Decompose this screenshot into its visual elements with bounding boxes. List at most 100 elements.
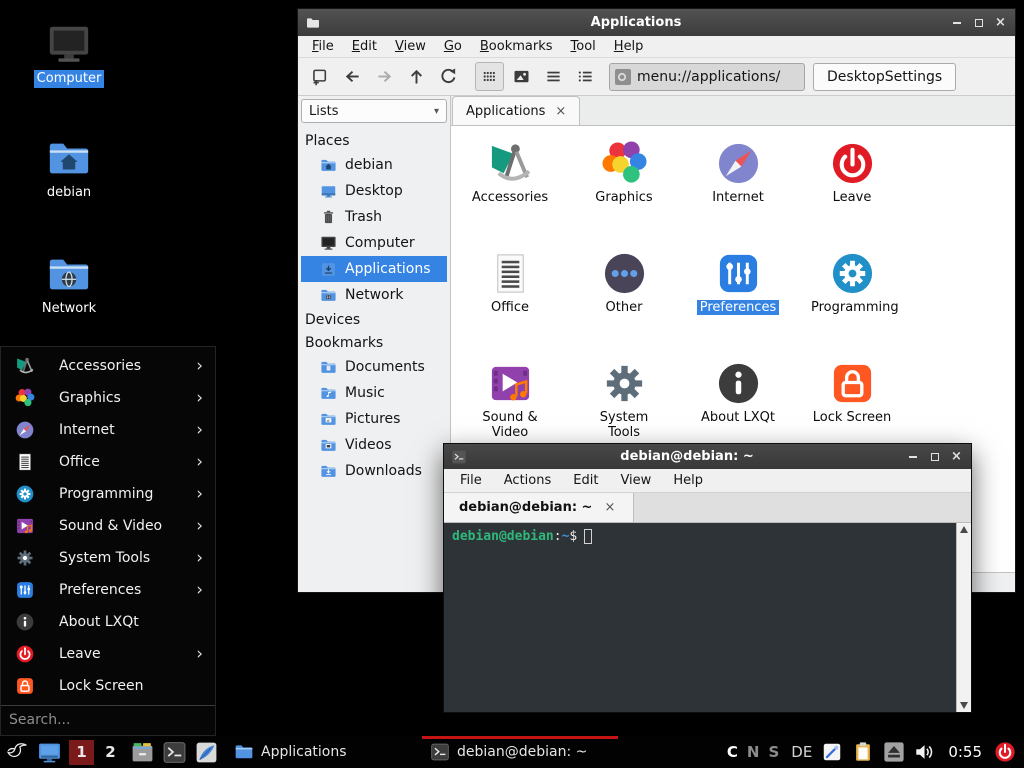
terminal-scrollbar[interactable] [956, 523, 971, 712]
grid-item-lock-screen[interactable]: Lock Screen [795, 356, 909, 452]
reload-button[interactable] [434, 62, 463, 91]
screenshot-tray-icon[interactable] [821, 741, 843, 763]
menubar-item-tool[interactable]: Tool [562, 37, 605, 56]
terminal-titlebar[interactable]: debian@debian: ~ × [444, 444, 971, 469]
compact-view-button[interactable] [539, 62, 568, 91]
applications-sm-icon [320, 261, 337, 278]
thumbnail-view-button[interactable] [507, 62, 536, 91]
menu-item-preferences[interactable]: Preferences› [1, 574, 215, 606]
volume-icon[interactable] [914, 741, 936, 763]
fm-titlebar[interactable]: Applications × [298, 9, 1015, 36]
maximize-button[interactable] [929, 451, 940, 462]
keyboard-indicator-c[interactable]: C [727, 743, 738, 761]
grid-item-other[interactable]: Other [567, 246, 681, 342]
menu-item-internet[interactable]: Internet› [1, 414, 215, 446]
menu-item-programming[interactable]: Programming› [1, 478, 215, 510]
menu-item-accessories[interactable]: Accessories› [1, 350, 215, 382]
icon-view-button[interactable] [475, 62, 504, 91]
address-bar[interactable]: menu://applications/ [609, 63, 805, 91]
tab-close-icon[interactable]: × [555, 105, 566, 118]
sidebar-item-documents[interactable]: Documents [301, 354, 447, 380]
grid-item-graphics[interactable]: Graphics [567, 136, 681, 232]
power-button[interactable] [994, 741, 1016, 763]
keyboard-layout[interactable]: DE [791, 743, 812, 761]
clock[interactable]: 0:55 [948, 743, 982, 761]
menubar-item-edit[interactable]: Edit [343, 37, 386, 56]
eject-tray-icon[interactable] [883, 741, 905, 763]
menu-search-input[interactable]: Search... [1, 705, 215, 735]
keyboard-indicator-s[interactable]: S [768, 743, 779, 761]
show-desktop-button[interactable] [37, 740, 62, 765]
new-tab-button[interactable] [306, 62, 335, 91]
grid-item-sound-video[interactable]: Sound & Video [453, 356, 567, 452]
quicklaunch-featherpad[interactable] [194, 740, 219, 765]
sidebar-item-pictures[interactable]: Pictures [301, 406, 447, 432]
keyboard-indicator-n[interactable]: N [747, 743, 760, 761]
grid-item-label: Sound & Video [466, 410, 554, 441]
quicklaunch-file-manager[interactable] [130, 740, 155, 765]
close-button[interactable]: × [995, 17, 1006, 28]
up-button[interactable] [402, 62, 431, 91]
desktop-settings-button[interactable]: DesktopSettings [813, 63, 956, 91]
grid-item-about-lxqt[interactable]: About LXQt [681, 356, 795, 452]
workspace-1[interactable]: 1 [69, 740, 94, 765]
desktop-icon-network[interactable]: Network [21, 252, 117, 318]
terminal-tab[interactable]: debian@debian: ~ × [444, 493, 634, 522]
grid-item-leave[interactable]: Leave [795, 136, 909, 232]
menubar-item-file[interactable]: File [449, 471, 493, 490]
sidebar-item-videos[interactable]: Videos [301, 432, 447, 458]
menubar-item-go[interactable]: Go [435, 37, 471, 56]
menu-item-about-lxqt[interactable]: About LXQt› [1, 606, 215, 638]
grid-item-accessories[interactable]: Accessories [453, 136, 567, 232]
menu-item-graphics[interactable]: Graphics› [1, 382, 215, 414]
menubar-item-view[interactable]: View [386, 37, 435, 56]
grid-item-preferences[interactable]: Preferences [681, 246, 795, 342]
grid-item-office[interactable]: Office [453, 246, 567, 342]
grid-item-programming[interactable]: Programming [795, 246, 909, 342]
menubar-item-bookmarks[interactable]: Bookmarks [471, 37, 562, 56]
terminal-screen[interactable]: debian@debian:~$ [444, 523, 956, 712]
detailed-list-view-button[interactable] [571, 62, 600, 91]
sidebar-item-music[interactable]: Music [301, 380, 447, 406]
menubar-item-help[interactable]: Help [605, 37, 653, 56]
sidebar-item-applications[interactable]: Applications [301, 256, 447, 282]
task-button-debian-debian[interactable]: debian@debian: ~ [422, 736, 618, 768]
clipboard-tray-icon[interactable] [852, 741, 874, 763]
tab-applications[interactable]: Applications × [452, 96, 580, 125]
sidebar-item-network[interactable]: Network [301, 282, 447, 308]
scroll-down-icon[interactable] [960, 702, 968, 709]
menu-item-sound-video[interactable]: Sound & Video› [1, 510, 215, 542]
desktop-icon-computer[interactable]: Computer [21, 22, 117, 88]
tab-close-icon[interactable]: × [604, 500, 615, 515]
menu-item-leave[interactable]: Leave› [1, 638, 215, 670]
sidebar-item-downloads[interactable]: Downloads [301, 458, 447, 484]
menubar-item-view[interactable]: View [609, 471, 662, 490]
scroll-up-icon[interactable] [960, 526, 968, 533]
menubar-item-actions[interactable]: Actions [493, 471, 563, 490]
workspace-2[interactable]: 2 [98, 740, 123, 765]
accessories-icon [15, 356, 35, 376]
forward-button[interactable] [370, 62, 399, 91]
sidebar-item-computer[interactable]: Computer [301, 230, 447, 256]
task-button-applications[interactable]: Applications [226, 736, 422, 768]
sidebar-item-debian[interactable]: debian [301, 152, 447, 178]
minimize-button[interactable] [951, 17, 962, 28]
back-button[interactable] [338, 62, 367, 91]
maximize-button[interactable] [973, 17, 984, 28]
menubar-item-file[interactable]: File [303, 37, 343, 56]
desktop-icon-debian[interactable]: debian [21, 136, 117, 202]
menubar-item-help[interactable]: Help [662, 471, 714, 490]
close-button[interactable]: × [951, 451, 962, 462]
lists-dropdown[interactable]: Lists ▾ [301, 99, 447, 123]
menu-item-office[interactable]: Office› [1, 446, 215, 478]
quicklaunch-terminal-app[interactable] [162, 740, 187, 765]
sidebar-item-desktop[interactable]: Desktop [301, 178, 447, 204]
grid-item-internet[interactable]: Internet [681, 136, 795, 232]
sidebar-item-trash[interactable]: Trash [301, 204, 447, 230]
minimize-button[interactable] [907, 451, 918, 462]
main-menu-button[interactable] [5, 740, 30, 765]
menu-item-system-tools[interactable]: System Tools› [1, 542, 215, 574]
menu-item-lock-screen[interactable]: Lock Screen› [1, 670, 215, 702]
grid-item-system-tools[interactable]: System Tools [567, 356, 681, 452]
menubar-item-edit[interactable]: Edit [562, 471, 609, 490]
